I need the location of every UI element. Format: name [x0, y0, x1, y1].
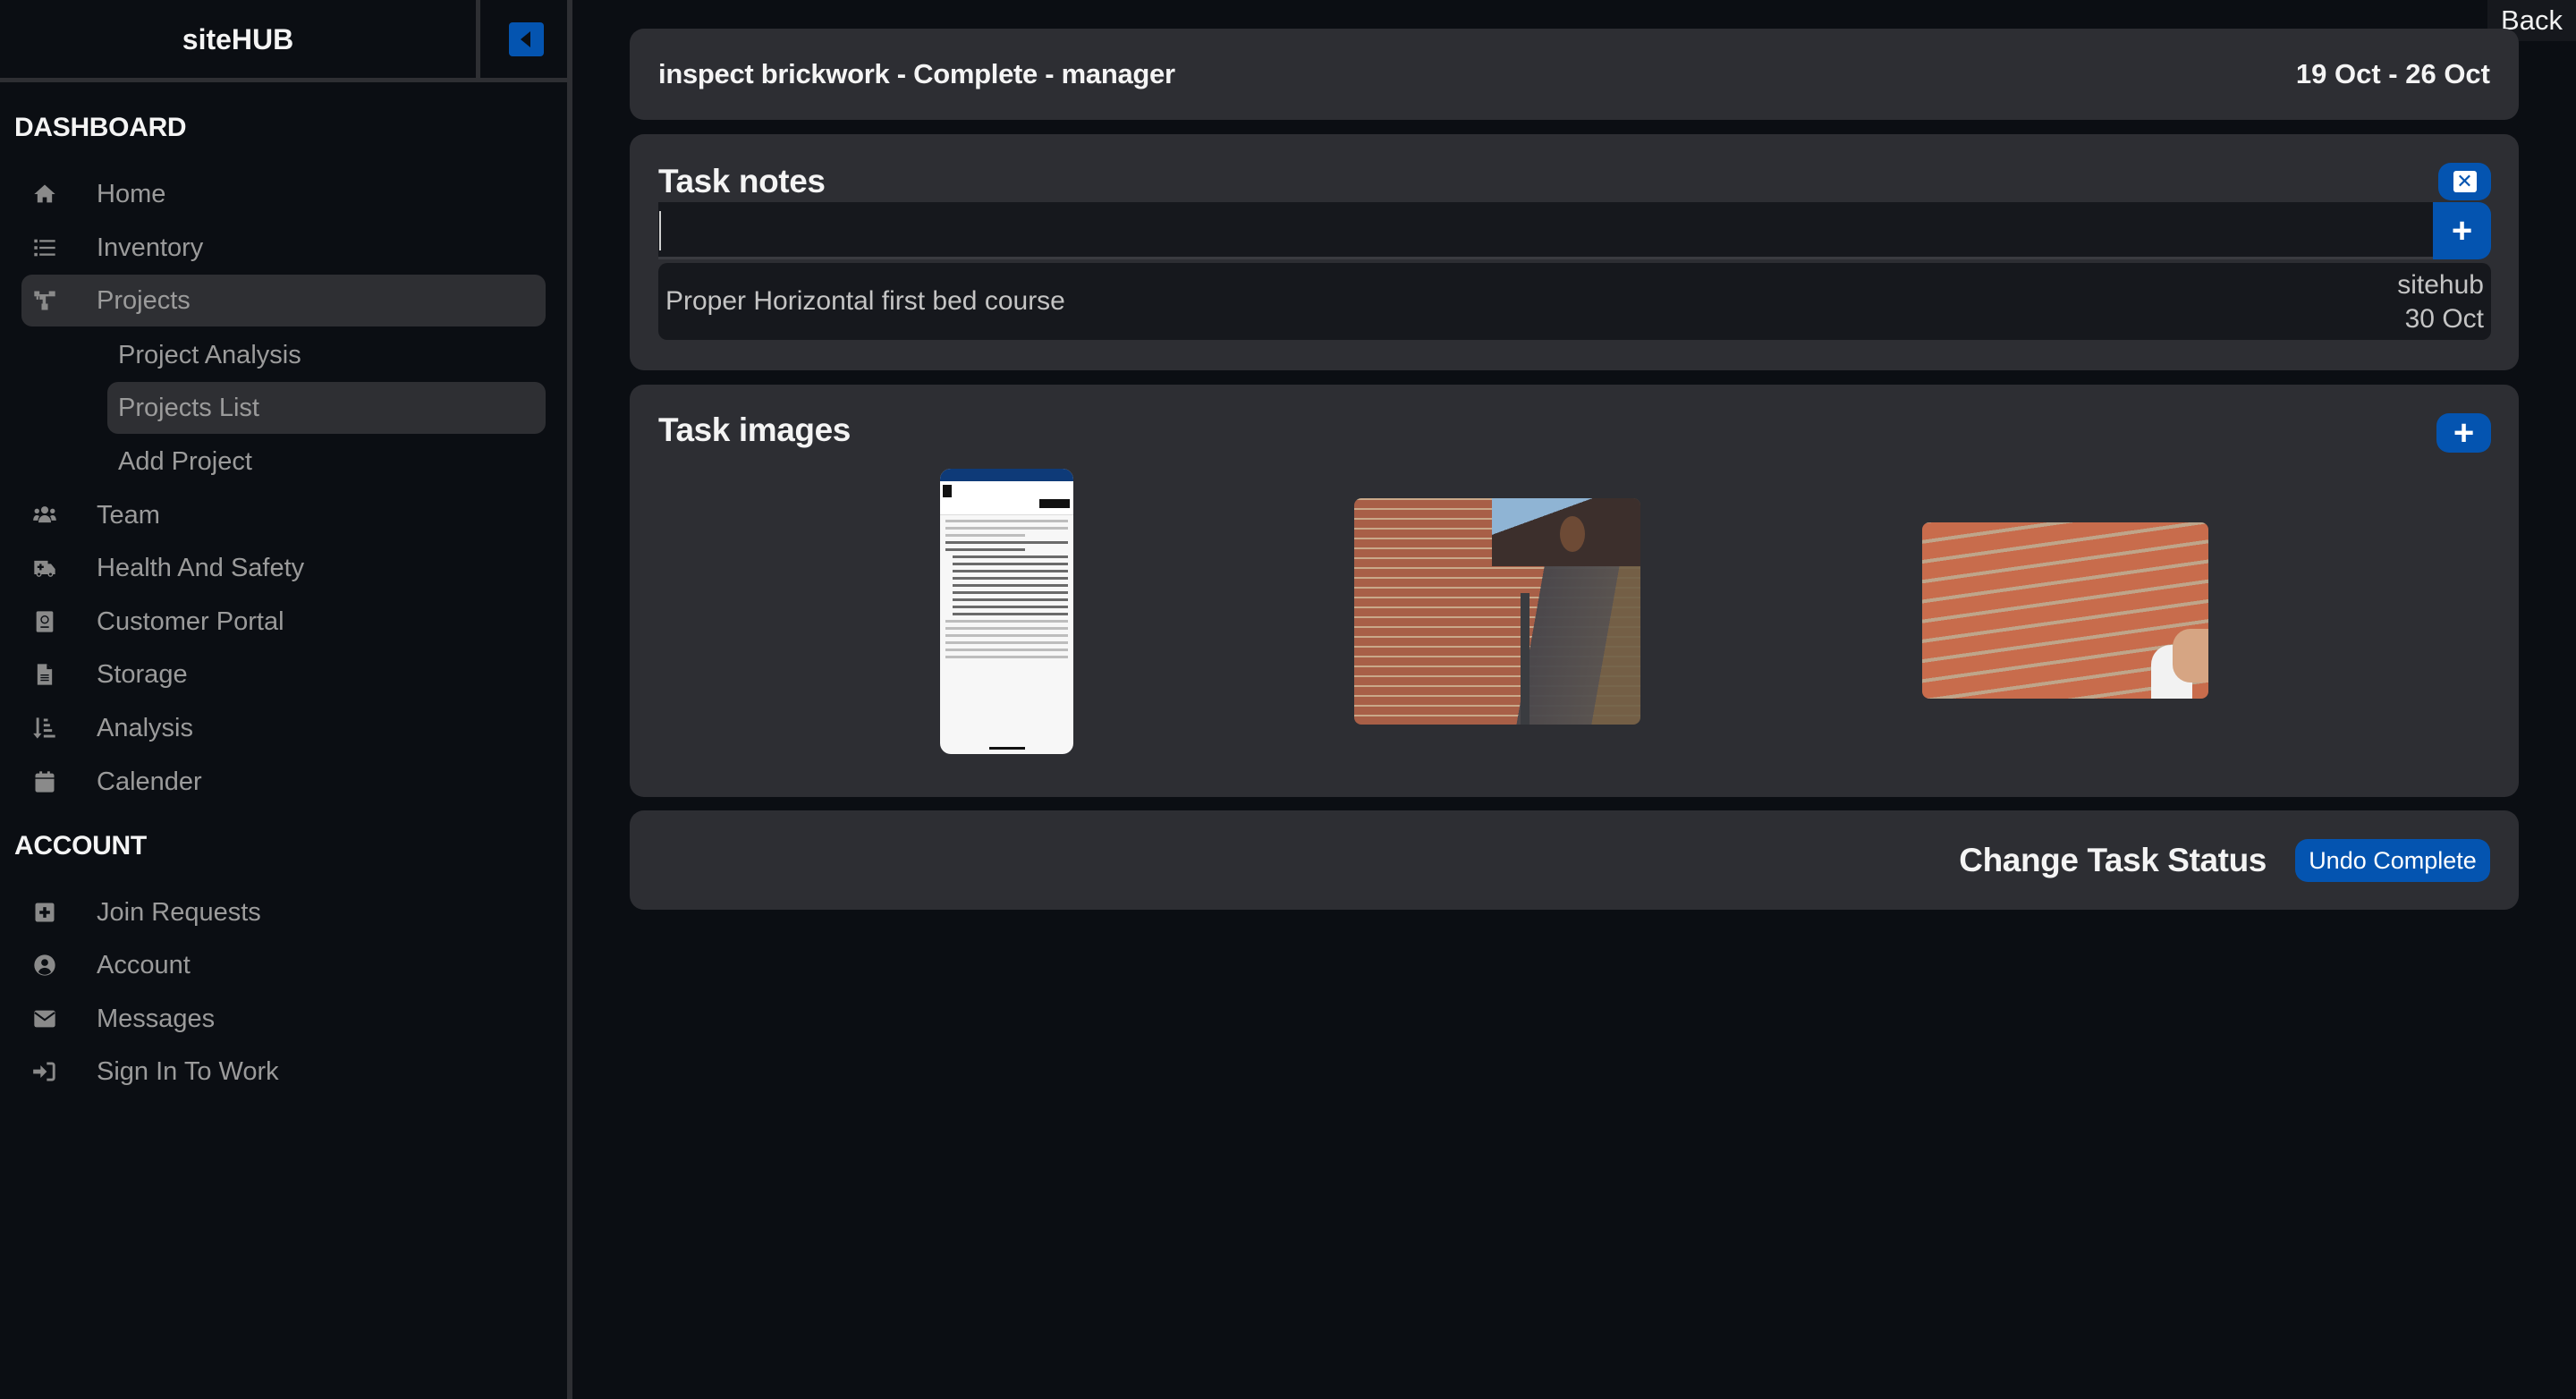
task-notes-heading: Task notes — [658, 163, 826, 199]
clear-notes-button[interactable]: ✕ — [2438, 163, 2491, 200]
sidebar-item-label: Projects — [97, 285, 191, 315]
passport-icon — [31, 608, 58, 635]
sidebar-item-team[interactable]: Team — [21, 489, 546, 541]
brand-logo[interactable]: siteHUB — [0, 0, 480, 79]
sidebar-header: siteHUB — [0, 0, 567, 82]
plus-square-icon — [31, 899, 58, 926]
sidebar-item-label: Messages — [97, 1004, 216, 1033]
sidebar-subitem-label: Project Analysis — [118, 340, 301, 369]
task-notes-card: Task notes ✕ + Proper Horizontal first b… — [630, 134, 2519, 370]
task-image-1[interactable] — [940, 469, 1073, 754]
user-circle-icon — [31, 952, 58, 979]
change-status-label: Change Task Status — [1959, 841, 2267, 878]
file-icon — [31, 661, 58, 688]
sidebar-item-home[interactable]: Home — [21, 168, 546, 220]
add-note-button[interactable]: + — [2433, 202, 2491, 259]
sidebar-item-health-and-safety[interactable]: Health And Safety — [21, 542, 546, 594]
sidebar-item-label: Home — [97, 179, 166, 208]
sidebar-item-label: Customer Portal — [97, 606, 284, 636]
task-image-2[interactable] — [1354, 498, 1640, 725]
sort-amount-down-icon — [31, 715, 58, 742]
sidebar: siteHUB DASHBOARD Home Inventory Project… — [0, 0, 572, 1399]
users-icon — [31, 502, 58, 529]
note-text: Proper Horizontal first bed course — [665, 286, 1065, 316]
sitemap-icon — [31, 287, 58, 314]
close-square-icon: ✕ — [2453, 171, 2477, 192]
sidebar-item-label: Health And Safety — [97, 553, 305, 582]
sidebar-subitem-project-analysis[interactable]: Project Analysis — [107, 329, 546, 381]
sidebar-subitem-add-project[interactable]: Add Project — [107, 436, 546, 488]
task-status-card: Change Task Status Undo Complete — [630, 810, 2519, 910]
list-icon — [31, 234, 58, 261]
plus-icon: + — [2453, 413, 2475, 453]
calendar-icon — [31, 768, 58, 795]
sidebar-item-label: Team — [97, 500, 160, 530]
home-icon — [31, 181, 58, 208]
sidebar-item-account[interactable]: Account — [21, 939, 546, 991]
note-input[interactable] — [658, 202, 2438, 259]
sidebar-item-messages[interactable]: Messages — [21, 993, 546, 1045]
text-cursor — [659, 211, 661, 250]
sidebar-item-projects[interactable]: Projects — [21, 275, 546, 326]
task-title: inspect brickwork - Complete - manager — [658, 58, 1175, 89]
plus-icon: + — [2451, 211, 2473, 250]
ambulance-icon — [31, 555, 58, 581]
sidebar-item-label: Analysis — [97, 713, 193, 742]
sidebar-item-customer-portal[interactable]: Customer Portal — [21, 596, 546, 648]
caret-left-icon — [520, 31, 530, 47]
section-heading-dashboard: DASHBOARD — [14, 113, 187, 142]
undo-complete-button[interactable]: Undo Complete — [2295, 839, 2490, 882]
note-entry: Proper Horizontal first bed course siteh… — [658, 263, 2491, 340]
task-header-card: inspect brickwork - Complete - manager 1… — [630, 29, 2519, 120]
task-image-3[interactable] — [1922, 522, 2208, 699]
sidebar-item-inventory[interactable]: Inventory — [21, 222, 546, 274]
sidebar-item-join-requests[interactable]: Join Requests — [21, 886, 546, 938]
sidebar-subitem-label: Add Project — [118, 446, 252, 476]
sign-in-icon — [31, 1058, 58, 1085]
sidebar-item-label: Inventory — [97, 233, 204, 262]
sidebar-toggle-button[interactable] — [509, 22, 544, 56]
sidebar-subitem-label: Projects List — [118, 393, 259, 422]
sidebar-item-label: Storage — [97, 659, 188, 689]
task-date-range: 19 Oct - 26 Oct — [2295, 58, 2490, 89]
sidebar-item-storage[interactable]: Storage — [21, 649, 546, 700]
sidebar-item-label: Account — [97, 950, 191, 979]
sidebar-item-label: Join Requests — [97, 897, 261, 927]
sidebar-item-analysis[interactable]: Analysis — [21, 702, 546, 754]
add-image-button[interactable]: + — [2436, 413, 2491, 453]
task-images-heading: Task images — [658, 411, 851, 448]
sidebar-item-calender[interactable]: Calender — [21, 756, 546, 808]
note-author: sitehub — [2397, 270, 2484, 300]
sidebar-subitem-projects-list[interactable]: Projects List — [107, 382, 546, 434]
task-images-card: Task images + — [630, 385, 2519, 797]
note-meta: sitehub 30 Oct — [2397, 268, 2484, 336]
sidebar-item-label: Sign In To Work — [97, 1056, 279, 1086]
sidebar-item-sign-in-to-work[interactable]: Sign In To Work — [21, 1046, 546, 1098]
section-heading-account: ACCOUNT — [14, 831, 147, 861]
note-date: 30 Oct — [2404, 304, 2484, 334]
envelope-icon — [31, 1005, 58, 1032]
sidebar-item-label: Calender — [97, 767, 202, 796]
